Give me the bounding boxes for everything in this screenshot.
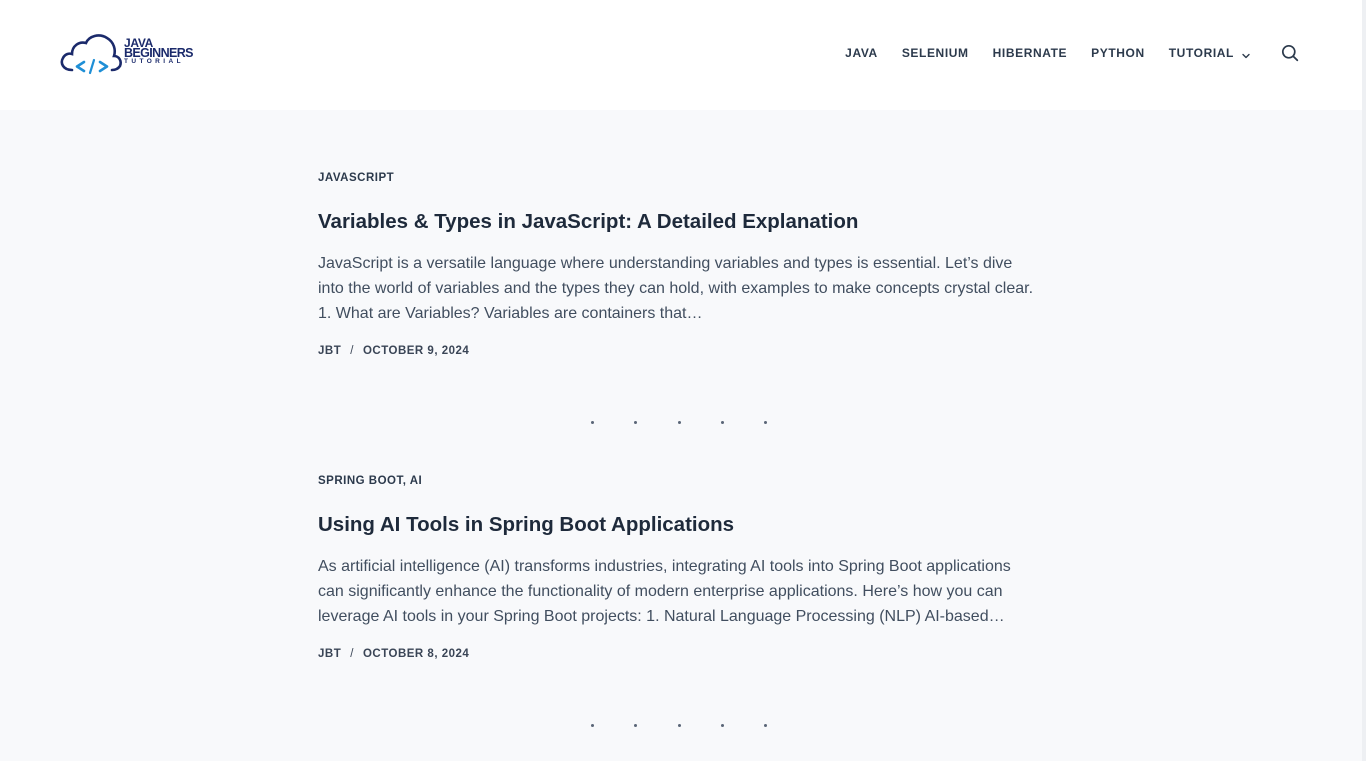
divider-dot bbox=[634, 421, 638, 424]
post-author[interactable]: JBT bbox=[318, 344, 341, 358]
post-category[interactable]: JAVASCRIPT bbox=[318, 171, 1038, 185]
logo-wordmark: JAVA BEGINNERS TUTORIAL bbox=[124, 37, 194, 66]
site-header: JAVA BEGINNERS TUTORIAL JAVA SELENIUM HI… bbox=[0, 0, 1362, 110]
post-category[interactable]: SPRING BOOT, AI bbox=[318, 474, 1038, 488]
post-card: JAVASCRIPT Variables & Types in JavaScri… bbox=[318, 171, 1038, 358]
post-meta: JBT / OCTOBER 9, 2024 bbox=[318, 344, 1038, 358]
main-nav: JAVA SELENIUM HIBERNATE PYTHON TUTORIAL bbox=[845, 45, 1250, 61]
divider-dot bbox=[764, 724, 767, 727]
nav-item-label: PYTHON bbox=[1091, 46, 1145, 60]
nav-item-label: HIBERNATE bbox=[992, 46, 1068, 60]
nav-item-label: JAVA bbox=[845, 46, 878, 60]
post-divider bbox=[591, 724, 767, 728]
post-meta: JBT / OCTOBER 8, 2024 bbox=[318, 647, 1038, 661]
post-card: SPRING BOOT, AI Using AI Tools in Spring… bbox=[318, 474, 1038, 661]
divider-dot bbox=[764, 421, 767, 424]
divider-dot bbox=[720, 421, 724, 424]
scrollbar-track[interactable] bbox=[1362, 0, 1366, 761]
meta-separator: / bbox=[350, 345, 354, 357]
logo-line-beginners: BEGINNERS bbox=[124, 46, 194, 60]
nav-item-hibernate[interactable]: HIBERNATE bbox=[993, 45, 1068, 61]
divider-dot bbox=[720, 724, 724, 727]
nav-item-label: TUTORIAL bbox=[1168, 46, 1234, 60]
post-title[interactable]: Variables & Types in JavaScript: A Detai… bbox=[318, 209, 1038, 235]
nav-item-selenium[interactable]: SELENIUM bbox=[902, 45, 969, 61]
logo-line-tutorial: TUTORIAL bbox=[124, 58, 184, 65]
page: JAVA BEGINNERS TUTORIAL JAVA SELENIUM HI… bbox=[0, 0, 1366, 761]
search-icon[interactable] bbox=[1281, 44, 1299, 62]
nav-item-python[interactable]: PYTHON bbox=[1091, 45, 1145, 61]
meta-separator: / bbox=[350, 648, 354, 660]
nav-item-java[interactable]: JAVA bbox=[845, 45, 878, 61]
divider-dot bbox=[591, 421, 594, 424]
post-excerpt: JavaScript is a versatile language where… bbox=[318, 255, 1034, 322]
post-date: OCTOBER 8, 2024 bbox=[362, 648, 470, 660]
divider-dot bbox=[677, 724, 681, 727]
site-logo[interactable]: JAVA BEGINNERS TUTORIAL bbox=[58, 32, 204, 78]
cloud-logo-icon bbox=[60, 34, 122, 75]
post-date: OCTOBER 9, 2024 bbox=[362, 345, 470, 357]
post-title[interactable]: Using AI Tools in Spring Boot Applicatio… bbox=[318, 512, 1038, 538]
chevron-down-icon bbox=[1242, 49, 1250, 59]
post-author[interactable]: JBT bbox=[318, 647, 341, 661]
divider-dot bbox=[591, 724, 594, 727]
nav-item-label: SELENIUM bbox=[901, 46, 969, 60]
post-divider bbox=[591, 421, 767, 425]
divider-dot bbox=[677, 421, 681, 424]
post-excerpt: As artificial intelligence (AI) transfor… bbox=[318, 558, 1011, 625]
divider-dot bbox=[634, 724, 638, 727]
nav-item-tutorial[interactable]: TUTORIAL bbox=[1169, 45, 1250, 61]
